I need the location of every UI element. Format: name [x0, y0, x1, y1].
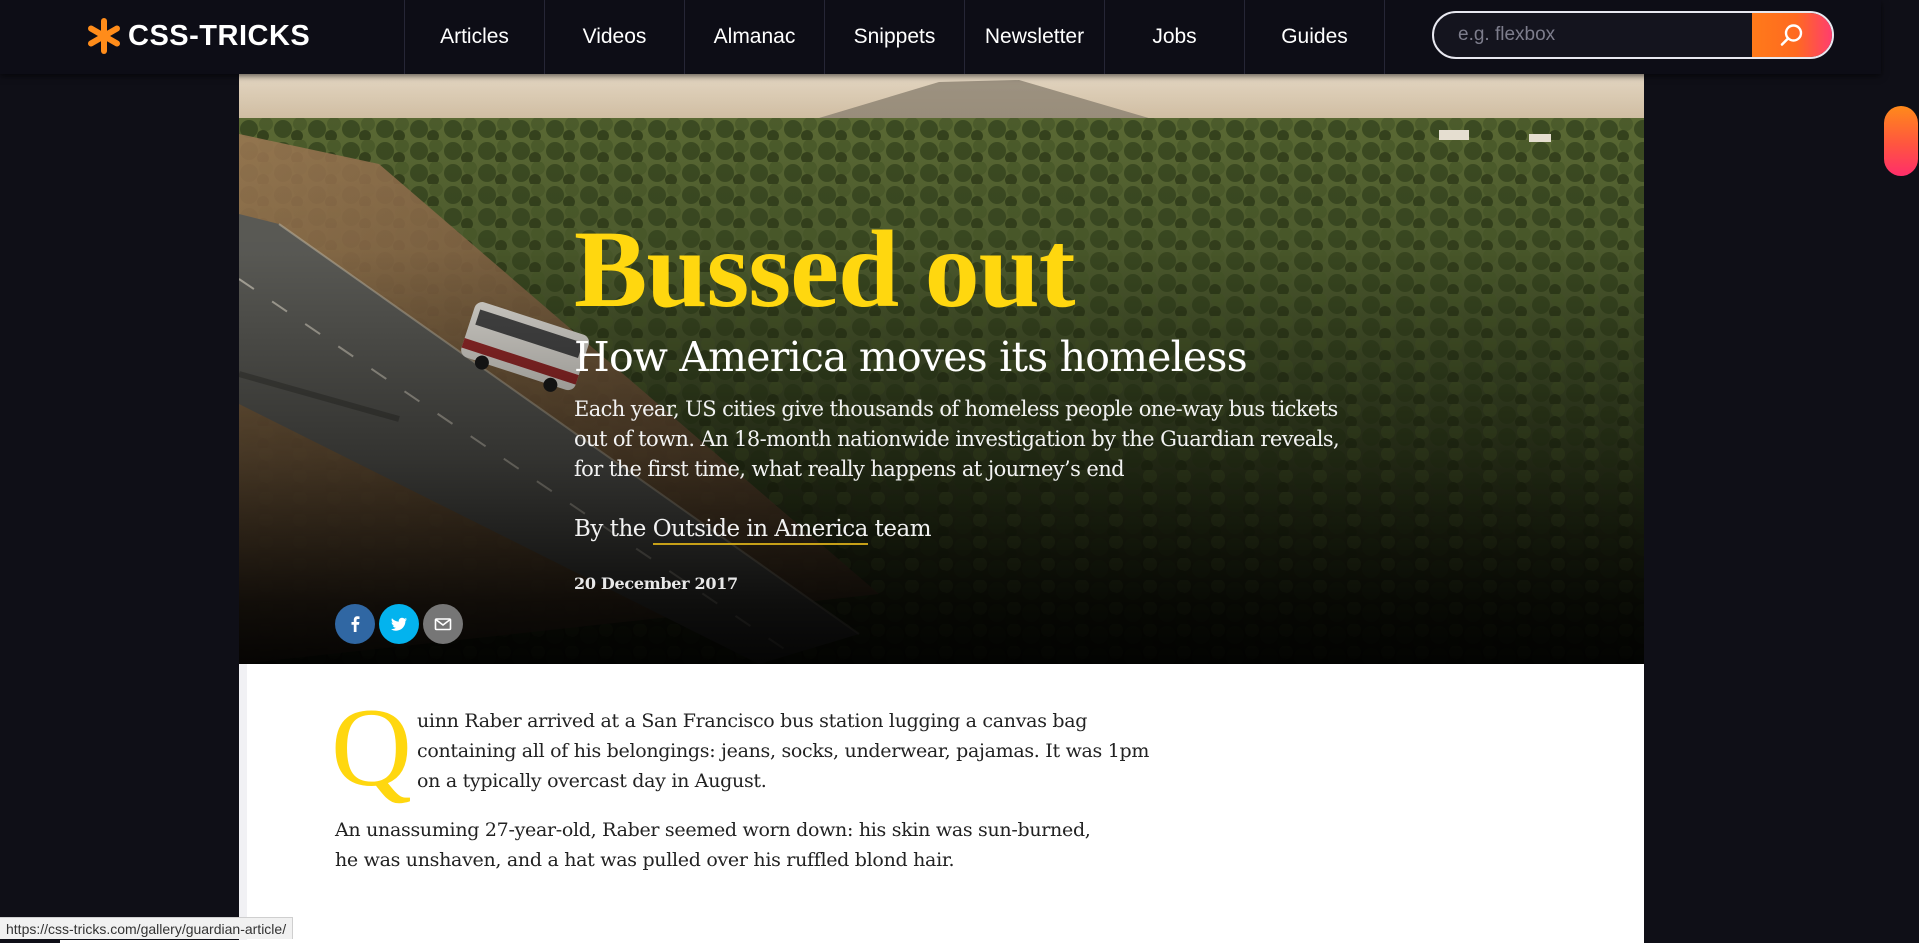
nav-item-newsletter[interactable]: Newsletter — [965, 0, 1105, 74]
search-form — [1432, 11, 1834, 59]
article-dropcap: Q — [331, 686, 412, 810]
nav-item-guides[interactable]: Guides — [1245, 0, 1385, 74]
gallery-preview[interactable]: Bussed out How America moves its homeles… — [239, 74, 1644, 943]
nav-item-articles[interactable]: Articles — [405, 0, 545, 74]
status-bar-url: https://css-tricks.com/gallery/guardian-… — [0, 917, 294, 939]
hero-image: Bussed out How America moves its homeles… — [239, 74, 1644, 664]
byline-link[interactable]: Outside in America — [652, 516, 868, 545]
asterisk-logo-icon — [88, 18, 120, 54]
article-title: Bussed out — [574, 208, 1075, 330]
article-subtitle: How America moves its homeless — [574, 333, 1248, 381]
share-email-button[interactable] — [423, 604, 463, 644]
byline-prefix: By the — [574, 516, 653, 542]
main-nav: Articles Videos Almanac Snippets Newslet… — [404, 0, 1385, 74]
share-twitter-button[interactable] — [379, 604, 419, 644]
article-standfirst: Each year, US cities give thousands of h… — [574, 397, 1340, 481]
site-header: CSS-TRICKS Articles Videos Almanac Snipp… — [0, 0, 1881, 74]
share-facebook-button[interactable] — [335, 604, 375, 644]
article-paragraph-2: An unassuming 27-year-old, Raber seemed … — [335, 819, 1091, 871]
hero-text: Bussed out How America moves its homeles… — [574, 214, 1374, 593]
article-byline: By the Outside in America team — [574, 514, 1374, 545]
byline-suffix: team — [867, 516, 932, 542]
article-date: 20 December 2017 — [574, 574, 738, 593]
site-logo-text: CSS-TRICKS — [128, 19, 311, 52]
nav-item-videos[interactable]: Videos — [545, 0, 685, 74]
search-input[interactable] — [1434, 13, 1752, 57]
search-button[interactable] — [1752, 13, 1832, 57]
nav-item-snippets[interactable]: Snippets — [825, 0, 965, 74]
site-logo[interactable]: CSS-TRICKS — [86, 16, 310, 56]
article-paragraph-1: uinn Raber arrived at a San Francisco bu… — [417, 710, 1150, 792]
nav-item-almanac[interactable]: Almanac — [685, 0, 825, 74]
page-scrollbar-thumb[interactable] — [1884, 106, 1918, 176]
share-buttons — [335, 604, 463, 644]
email-icon — [434, 618, 452, 631]
twitter-icon — [391, 617, 407, 631]
nav-item-jobs[interactable]: Jobs — [1105, 0, 1245, 74]
search-icon — [1780, 24, 1803, 46]
facebook-icon — [351, 616, 360, 632]
